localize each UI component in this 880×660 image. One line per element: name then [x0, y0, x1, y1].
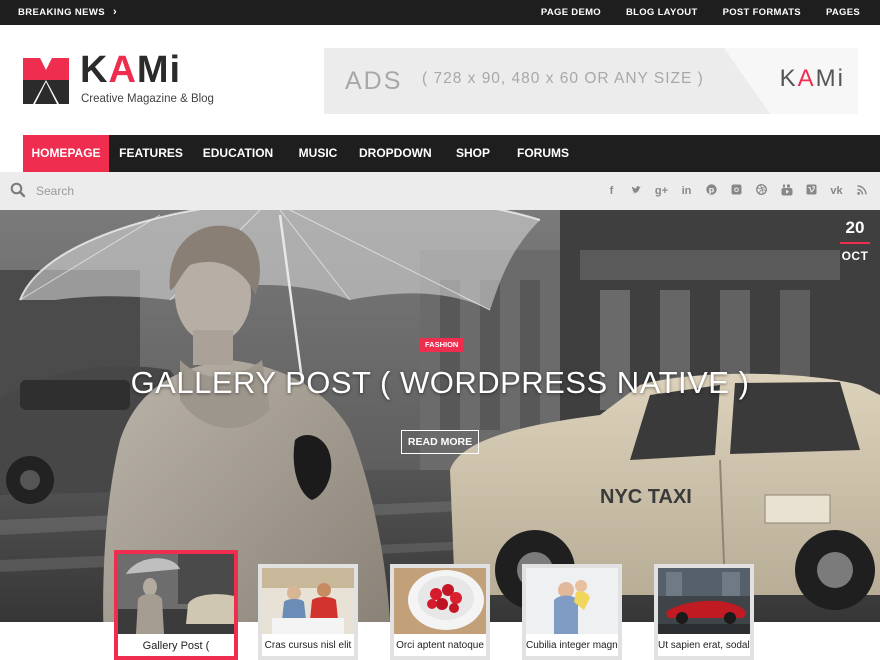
ad-sizes: ( 728 x 90, 480 x 60 OR ANY SIZE ): [422, 70, 704, 87]
thumbnail-caption: Orci aptent natoque: [396, 640, 484, 651]
nav-forums[interactable]: FORUMS: [513, 135, 573, 172]
thumbnail-item[interactable]: Cubilia integer magna: [522, 564, 622, 660]
thumbnail-item[interactable]: Cras cursus nisl elit: [258, 564, 358, 660]
instagram-icon[interactable]: [724, 184, 749, 198]
top-menu-pages[interactable]: PAGES: [826, 0, 860, 25]
logo-mark-icon[interactable]: [23, 58, 69, 104]
rss-icon[interactable]: [849, 184, 874, 198]
thumbnail-caption: Cubilia integer magna: [526, 640, 618, 651]
thumbnail-image: [658, 568, 750, 634]
nav-shop[interactable]: SHOP: [451, 135, 495, 172]
nav-music[interactable]: MUSIC: [293, 135, 343, 172]
thumbnail-image: [118, 554, 234, 634]
breaking-news[interactable]: BREAKING NEWS ›: [18, 0, 117, 25]
facebook-icon[interactable]: f: [599, 185, 624, 197]
google-plus-icon[interactable]: g+: [649, 185, 674, 197]
nav-features[interactable]: FEATURES: [113, 135, 189, 172]
taxi-text: NYC TAXI: [600, 486, 692, 508]
ad-brand-k: K: [779, 65, 798, 92]
post-date: 20 OCT: [840, 218, 870, 263]
thumbnail-caption: Ut sapien erat, sodales: [658, 640, 750, 651]
thumbnail-caption: Gallery Post (: [142, 640, 210, 652]
chevron-right-icon: ›: [113, 6, 118, 18]
ad-label: ADS: [345, 67, 403, 95]
nav-education[interactable]: EDUCATION: [198, 135, 278, 172]
nav-dropdown[interactable]: DROPDOWN: [359, 135, 432, 172]
svg-text:p: p: [709, 185, 715, 194]
search-icon[interactable]: [10, 182, 26, 198]
pinterest-icon[interactable]: p: [699, 184, 724, 198]
youtube-icon[interactable]: [774, 184, 799, 199]
twitter-icon[interactable]: [624, 185, 649, 198]
thumbnail-item[interactable]: Gallery Post (: [114, 550, 238, 660]
linkedin-icon[interactable]: in: [674, 185, 699, 197]
search-input[interactable]: [36, 180, 236, 202]
top-menu-post-formats[interactable]: POST FORMATS: [723, 0, 801, 25]
logo-letter-k: K: [80, 49, 109, 91]
read-more-button[interactable]: READ MORE: [401, 430, 479, 454]
logo-wordmark[interactable]: KAMi: [80, 50, 181, 90]
logo-tagline: Creative Magazine & Blog: [81, 93, 214, 105]
category-badge[interactable]: FASHION: [420, 338, 464, 352]
ad-brand-a: A: [797, 65, 816, 92]
post-date-day: 20: [845, 218, 865, 237]
top-bar: BREAKING NEWS › PAGE DEMO BLOG LAYOUT POS…: [0, 0, 880, 25]
vimeo-icon[interactable]: [799, 184, 824, 198]
dribbble-icon[interactable]: [749, 184, 774, 198]
top-menu-page-demo[interactable]: PAGE DEMO: [541, 0, 601, 25]
thumbnail-item[interactable]: Ut sapien erat, sodales: [654, 564, 754, 660]
vk-icon[interactable]: vk: [824, 185, 849, 197]
main-nav: HOMEPAGE FEATURES EDUCATION MUSIC DROPDO…: [23, 135, 880, 172]
top-menu-blog-layout[interactable]: BLOG LAYOUT: [626, 0, 698, 25]
ad-brand-mi: Mi: [815, 65, 845, 92]
thumbnail-item[interactable]: Orci aptent natoque: [390, 564, 490, 660]
thumbnail-image: [262, 568, 354, 634]
top-menu: PAGE DEMO BLOG LAYOUT POST FORMATS PAGES: [541, 0, 860, 25]
social-links: f g+ in p vk: [599, 172, 874, 210]
thumbnail-image: [394, 568, 486, 634]
hero-title[interactable]: GALLERY POST ( WORDPRESS NATIVE ): [0, 365, 880, 401]
date-divider: [840, 242, 870, 244]
thumbnail-caption: Cras cursus nisl elit: [264, 640, 352, 651]
ad-brand: KAMi: [780, 48, 845, 110]
logo-letters-mi: Mi: [136, 49, 182, 91]
nav-homepage[interactable]: HOMEPAGE: [23, 135, 109, 172]
breaking-news-label: BREAKING NEWS: [18, 7, 106, 18]
post-date-month: OCT: [841, 249, 869, 263]
search-bar: f g+ in p vk: [0, 172, 880, 210]
logo-letter-a: A: [108, 49, 137, 91]
ad-banner[interactable]: ADS ( 728 x 90, 480 x 60 OR ANY SIZE ) K…: [324, 48, 858, 114]
thumbnail-image: [526, 568, 618, 634]
